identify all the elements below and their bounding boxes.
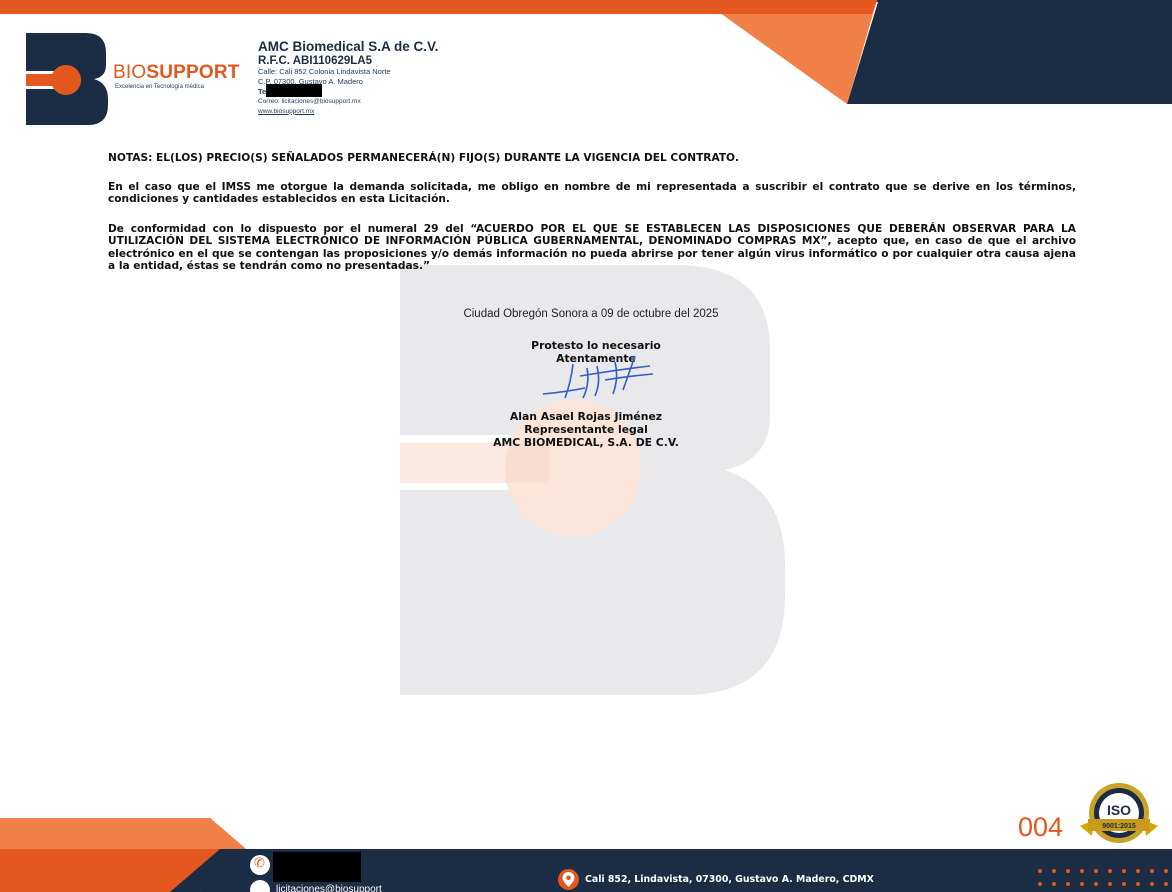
document-page: BIOSUPPORT Excelencia en Tecnología médi… xyxy=(0,0,1172,892)
phone-label: Te xyxy=(258,86,267,96)
phone-icon: ✆ xyxy=(250,855,270,875)
company-phone: Te xyxy=(258,84,439,97)
header-decoration-shapes xyxy=(702,0,1172,104)
footer-email: licitaciones@biosupport xyxy=(276,884,382,892)
handwritten-signature xyxy=(542,355,654,399)
signer-block: Alan Asael Rojas Jiménez Representante l… xyxy=(0,410,1172,449)
footer-address: Cali 852, Lindavista, 07300, Gustavo A. … xyxy=(585,874,874,885)
brand-wordmark: BIOSUPPORT xyxy=(113,62,240,83)
location-pin-icon xyxy=(558,869,579,890)
phone-redaction xyxy=(266,84,323,97)
company-website-link[interactable]: www.biosupport.mx xyxy=(258,107,439,117)
company-address-line1: Calle: Cali 852 Colonia Lindavista Norte xyxy=(258,67,391,76)
company-rfc: R.F.C. ABI110629LA5 xyxy=(258,55,372,67)
logo-watermark xyxy=(400,265,785,695)
biosupport-logo-icon xyxy=(26,33,108,125)
place-date: Ciudad Obregón Sonora a 09 de octubre de… xyxy=(463,308,719,320)
paragraph-acuerdo: De conformidad con lo dispuesto por el n… xyxy=(108,223,1076,272)
footer-dot-pattern xyxy=(1038,869,1168,886)
footer-phone-redaction xyxy=(273,852,361,882)
company-info: AMC Biomedical S.A de C.V. R.F.C. ABI110… xyxy=(258,39,439,116)
signer-company: AMC BIOMEDICAL, S.A. DE C.V. xyxy=(493,436,679,449)
notes-paragraph: NOTAS: EL(LOS) PRECIO(S) SEÑALADOS PERMA… xyxy=(108,152,739,164)
company-name: AMC Biomedical S.A de C.V. xyxy=(258,39,439,54)
iso-label: ISO xyxy=(1107,802,1131,818)
signer-role: Representante legal xyxy=(524,423,648,436)
brand-tagline: Excelencia en Tecnología médica xyxy=(115,84,204,90)
signer-name: Alan Asael Rojas Jiménez xyxy=(509,410,663,423)
paragraph-imss: En el caso que el IMSS me otorgue la dem… xyxy=(108,181,1076,206)
company-email: Correo: licitaciones@biosupport.mx xyxy=(258,98,361,105)
protesto-text: Protesto lo necesario xyxy=(531,339,661,352)
